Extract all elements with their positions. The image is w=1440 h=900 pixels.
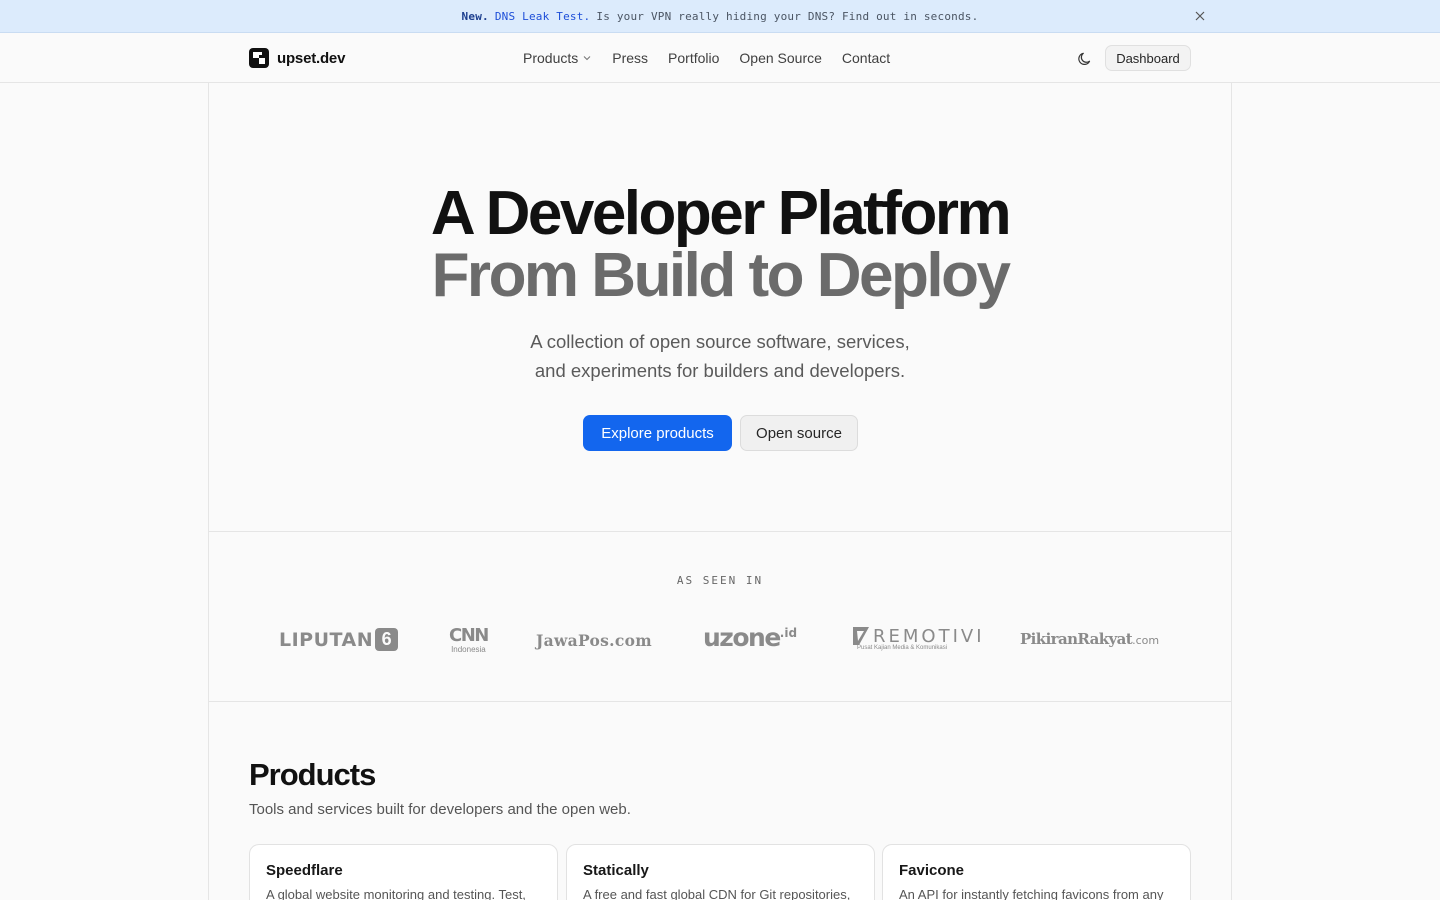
moon-icon[interactable] bbox=[1076, 50, 1094, 68]
pikiran-rakyat-logo[interactable]: PikiranRakyat .com bbox=[1020, 630, 1159, 648]
product-card-title: Statically bbox=[583, 862, 649, 879]
dashboard-button[interactable]: Dashboard bbox=[1105, 45, 1191, 71]
jawapos-logo[interactable]: JawaPos.com bbox=[536, 631, 652, 650]
hero-subtitle: A collection of open source software, se… bbox=[208, 327, 1232, 385]
nav-portfolio[interactable]: Portfolio bbox=[668, 50, 719, 66]
nav-open-source[interactable]: Open Source bbox=[739, 50, 822, 66]
close-icon[interactable] bbox=[1192, 8, 1208, 24]
cnn-indonesia-logo[interactable]: CNN Indonesia bbox=[449, 626, 489, 654]
product-card-desc: A free and fast global CDN for Git repos… bbox=[583, 887, 851, 900]
product-card-title: Speedflare bbox=[266, 862, 343, 879]
logo-text: upset.dev bbox=[277, 49, 346, 67]
frame-right-line bbox=[1231, 34, 1232, 900]
product-card-desc: A global website monitoring and testing.… bbox=[266, 887, 526, 900]
announcement-banner: New. DNS Leak Test. Is your VPN really h… bbox=[0, 0, 1440, 33]
remotivi-mark-icon bbox=[853, 627, 869, 645]
nav-products-label: Products bbox=[523, 50, 579, 66]
nav-contact[interactable]: Contact bbox=[842, 50, 890, 66]
chevron-down-icon bbox=[583, 56, 591, 61]
hero-title-line2: From Build to Deploy bbox=[431, 241, 1011, 310]
nav-products[interactable]: Products bbox=[523, 50, 592, 66]
hero-title-line1: A Developer Platform bbox=[430, 179, 1012, 248]
hero-subtitle-line1: A collection of open source software, se… bbox=[530, 331, 910, 352]
banner-new-label: New. bbox=[461, 9, 489, 23]
site-header: upset.dev Products Press Portfolio Open … bbox=[0, 34, 1440, 83]
product-card-title: Favicone bbox=[899, 862, 965, 879]
product-card-favicone[interactable]: Favicone An API for instantly fetching f… bbox=[882, 844, 1191, 900]
products-subtitle: Tools and services built for developers … bbox=[249, 801, 631, 818]
product-card-desc: An API for instantly fetching favicons f… bbox=[899, 887, 1164, 900]
hero-divider bbox=[208, 531, 1232, 532]
liputan6-logo[interactable]: LIPUTAN 6 bbox=[279, 628, 399, 651]
as-seen-in-label: AS SEEN IN bbox=[676, 574, 764, 587]
main-nav: Products Press Portfolio Open Source Con… bbox=[523, 50, 910, 66]
products-heading: Products bbox=[249, 757, 376, 792]
banner-message: Is your VPN really hiding your DNS? Find… bbox=[596, 9, 979, 23]
remotivi-logo[interactable]: REMOTIVI Pusat Kajian Media & Komunikasi bbox=[851, 625, 985, 651]
frame-left-line bbox=[208, 34, 209, 900]
open-source-button[interactable]: Open source bbox=[740, 415, 858, 451]
press-divider bbox=[208, 701, 1232, 702]
explore-products-button[interactable]: Explore products bbox=[583, 415, 732, 451]
site-logo[interactable]: upset.dev bbox=[249, 48, 345, 68]
nav-press[interactable]: Press bbox=[612, 50, 648, 66]
uzone-logo[interactable]: uzone .id bbox=[703, 623, 797, 652]
banner-link[interactable]: DNS Leak Test. bbox=[495, 10, 591, 23]
logo-mark-icon bbox=[249, 48, 269, 68]
hero-subtitle-line2: and experiments for builders and develop… bbox=[534, 360, 906, 381]
product-card-statically[interactable]: Statically A free and fast global CDN fo… bbox=[566, 844, 875, 900]
product-card-speedflare[interactable]: Speedflare A global website monitoring a… bbox=[249, 844, 558, 900]
